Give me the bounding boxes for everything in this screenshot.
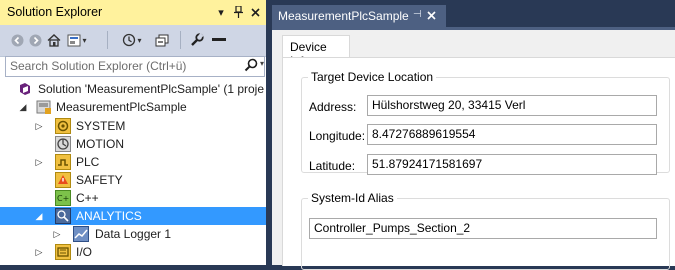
- safety-icon: [55, 172, 71, 188]
- collapsed-arrow-icon[interactable]: ▷: [34, 245, 44, 259]
- latitude-label: Latitude:: [309, 159, 356, 173]
- tree-item-solution[interactable]: Solution 'MeasurementPlcSample' (1 proje: [0, 80, 266, 98]
- collapsed-arrow-icon[interactable]: ▷: [34, 155, 44, 169]
- system-id-alias-value: Controller_Pumps_Section_2: [314, 221, 471, 235]
- solution-explorer-pane: Solution Explorer ▾ ▾ ▾ Search Solution …: [0, 0, 266, 265]
- inner-tab-strip: Device Info: [272, 30, 675, 68]
- close-icon[interactable]: [248, 4, 262, 20]
- dropdown-icon[interactable]: ▾: [214, 4, 228, 20]
- tree-item-label: MeasurementPlcSample: [56, 100, 187, 114]
- io-icon: [55, 244, 71, 260]
- solution-icon: [18, 81, 34, 97]
- tree-item-analytics[interactable]: ◢ ANALYTICS: [0, 207, 266, 225]
- home-icon[interactable]: [46, 32, 62, 48]
- search-options-dropdown-icon[interactable]: ▾: [260, 59, 264, 68]
- tree-item-label: ANALYTICS: [76, 209, 142, 223]
- search-icon[interactable]: [244, 58, 258, 75]
- solution-explorer-title-bar: Solution Explorer ▾: [0, 0, 266, 25]
- close-tab-icon[interactable]: [427, 8, 436, 23]
- document-tab-title: MeasurementPlcSample: [278, 9, 409, 23]
- tree-item-label: I/O: [76, 245, 93, 259]
- history-icon[interactable]: ▾: [120, 32, 144, 48]
- tree-item-motion[interactable]: MOTION: [0, 135, 266, 153]
- tree-item-project[interactable]: ◢ MeasurementPlcSample: [0, 98, 266, 116]
- system-id-alias-field[interactable]: Controller_Pumps_Section_2: [309, 218, 657, 239]
- device-info-page: Target Device Location Address: Hülshors…: [282, 57, 675, 270]
- target-device-location-legend: Target Device Location: [311, 70, 434, 84]
- back-icon[interactable]: [10, 32, 24, 48]
- pin-icon[interactable]: [231, 4, 245, 20]
- expanded-arrow-icon[interactable]: ◢: [34, 209, 44, 223]
- search-solution-explorer-input[interactable]: Search Solution Explorer (Ctrl+ü) ▾: [5, 56, 265, 77]
- tree-item-io[interactable]: ▷ I/O: [0, 243, 266, 261]
- tree-item-data-logger[interactable]: ▷ Data Logger 1: [0, 225, 266, 243]
- search-placeholder: Search Solution Explorer (Ctrl+ü): [10, 59, 187, 73]
- tree-item-cpp[interactable]: C+ C++: [0, 189, 266, 207]
- tree-item-system[interactable]: ▷ SYSTEM: [0, 117, 266, 135]
- tree-item-safety[interactable]: SAFETY: [0, 171, 266, 189]
- tree-item-label: C++: [76, 191, 99, 205]
- expanded-arrow-icon[interactable]: ◢: [18, 100, 28, 114]
- system-icon: [55, 118, 71, 134]
- switch-views-icon[interactable]: ▾: [66, 32, 88, 48]
- tree-item-label: SAFETY: [76, 173, 123, 187]
- cpp-icon: C+: [55, 190, 71, 206]
- address-value: Hülshorstweg 20, 33415 Verl: [372, 98, 526, 112]
- collapse-all-icon[interactable]: [153, 32, 171, 48]
- latitude-value: 51.87924171581697: [372, 157, 483, 171]
- address-label: Address:: [309, 100, 357, 114]
- latitude-field[interactable]: 51.87924171581697: [367, 154, 657, 175]
- properties-wrench-icon[interactable]: [188, 32, 206, 48]
- system-id-alias-legend: System-Id Alias: [311, 191, 394, 205]
- tree-item-label: SYSTEM: [76, 119, 126, 133]
- tree-item-plc[interactable]: ▷ PLC: [0, 153, 266, 171]
- svg-text:C+: C+: [57, 194, 69, 203]
- tree-item-label: Solution 'MeasurementPlcSample' (1 proje: [38, 82, 265, 96]
- solution-explorer-toolbar: ▾ ▾: [0, 25, 266, 57]
- tree-item-label: MOTION: [76, 137, 124, 151]
- tree-item-label: PLC: [76, 155, 100, 169]
- longitude-value: 8.47276889619554: [372, 127, 476, 141]
- collapsed-arrow-icon[interactable]: ▷: [34, 119, 44, 133]
- document-pane: Device Info Target Device Location Addre…: [272, 30, 675, 270]
- longitude-label: Longitude:: [309, 129, 366, 143]
- tab-device-info[interactable]: Device Info: [282, 35, 350, 68]
- longitude-field[interactable]: 8.47276889619554: [367, 124, 657, 145]
- motion-icon: [55, 136, 71, 152]
- forward-icon[interactable]: [28, 32, 42, 48]
- pin-tab-icon[interactable]: ⊣: [413, 9, 422, 20]
- project-icon: [36, 99, 52, 115]
- plc-icon: [55, 154, 71, 170]
- tree-item-label: Data Logger 1: [95, 227, 172, 241]
- preview-icon[interactable]: [210, 32, 228, 48]
- pane-title: Solution Explorer: [7, 5, 103, 19]
- data-logger-icon: [73, 226, 89, 242]
- analytics-icon: [55, 208, 71, 224]
- document-tab[interactable]: MeasurementPlcSample ⊣: [272, 5, 446, 27]
- toolbar-separator: [180, 31, 181, 49]
- address-field[interactable]: Hülshorstweg 20, 33415 Verl: [367, 95, 657, 116]
- collapsed-arrow-icon[interactable]: ▷: [52, 227, 62, 241]
- toolbar-separator: [107, 31, 108, 49]
